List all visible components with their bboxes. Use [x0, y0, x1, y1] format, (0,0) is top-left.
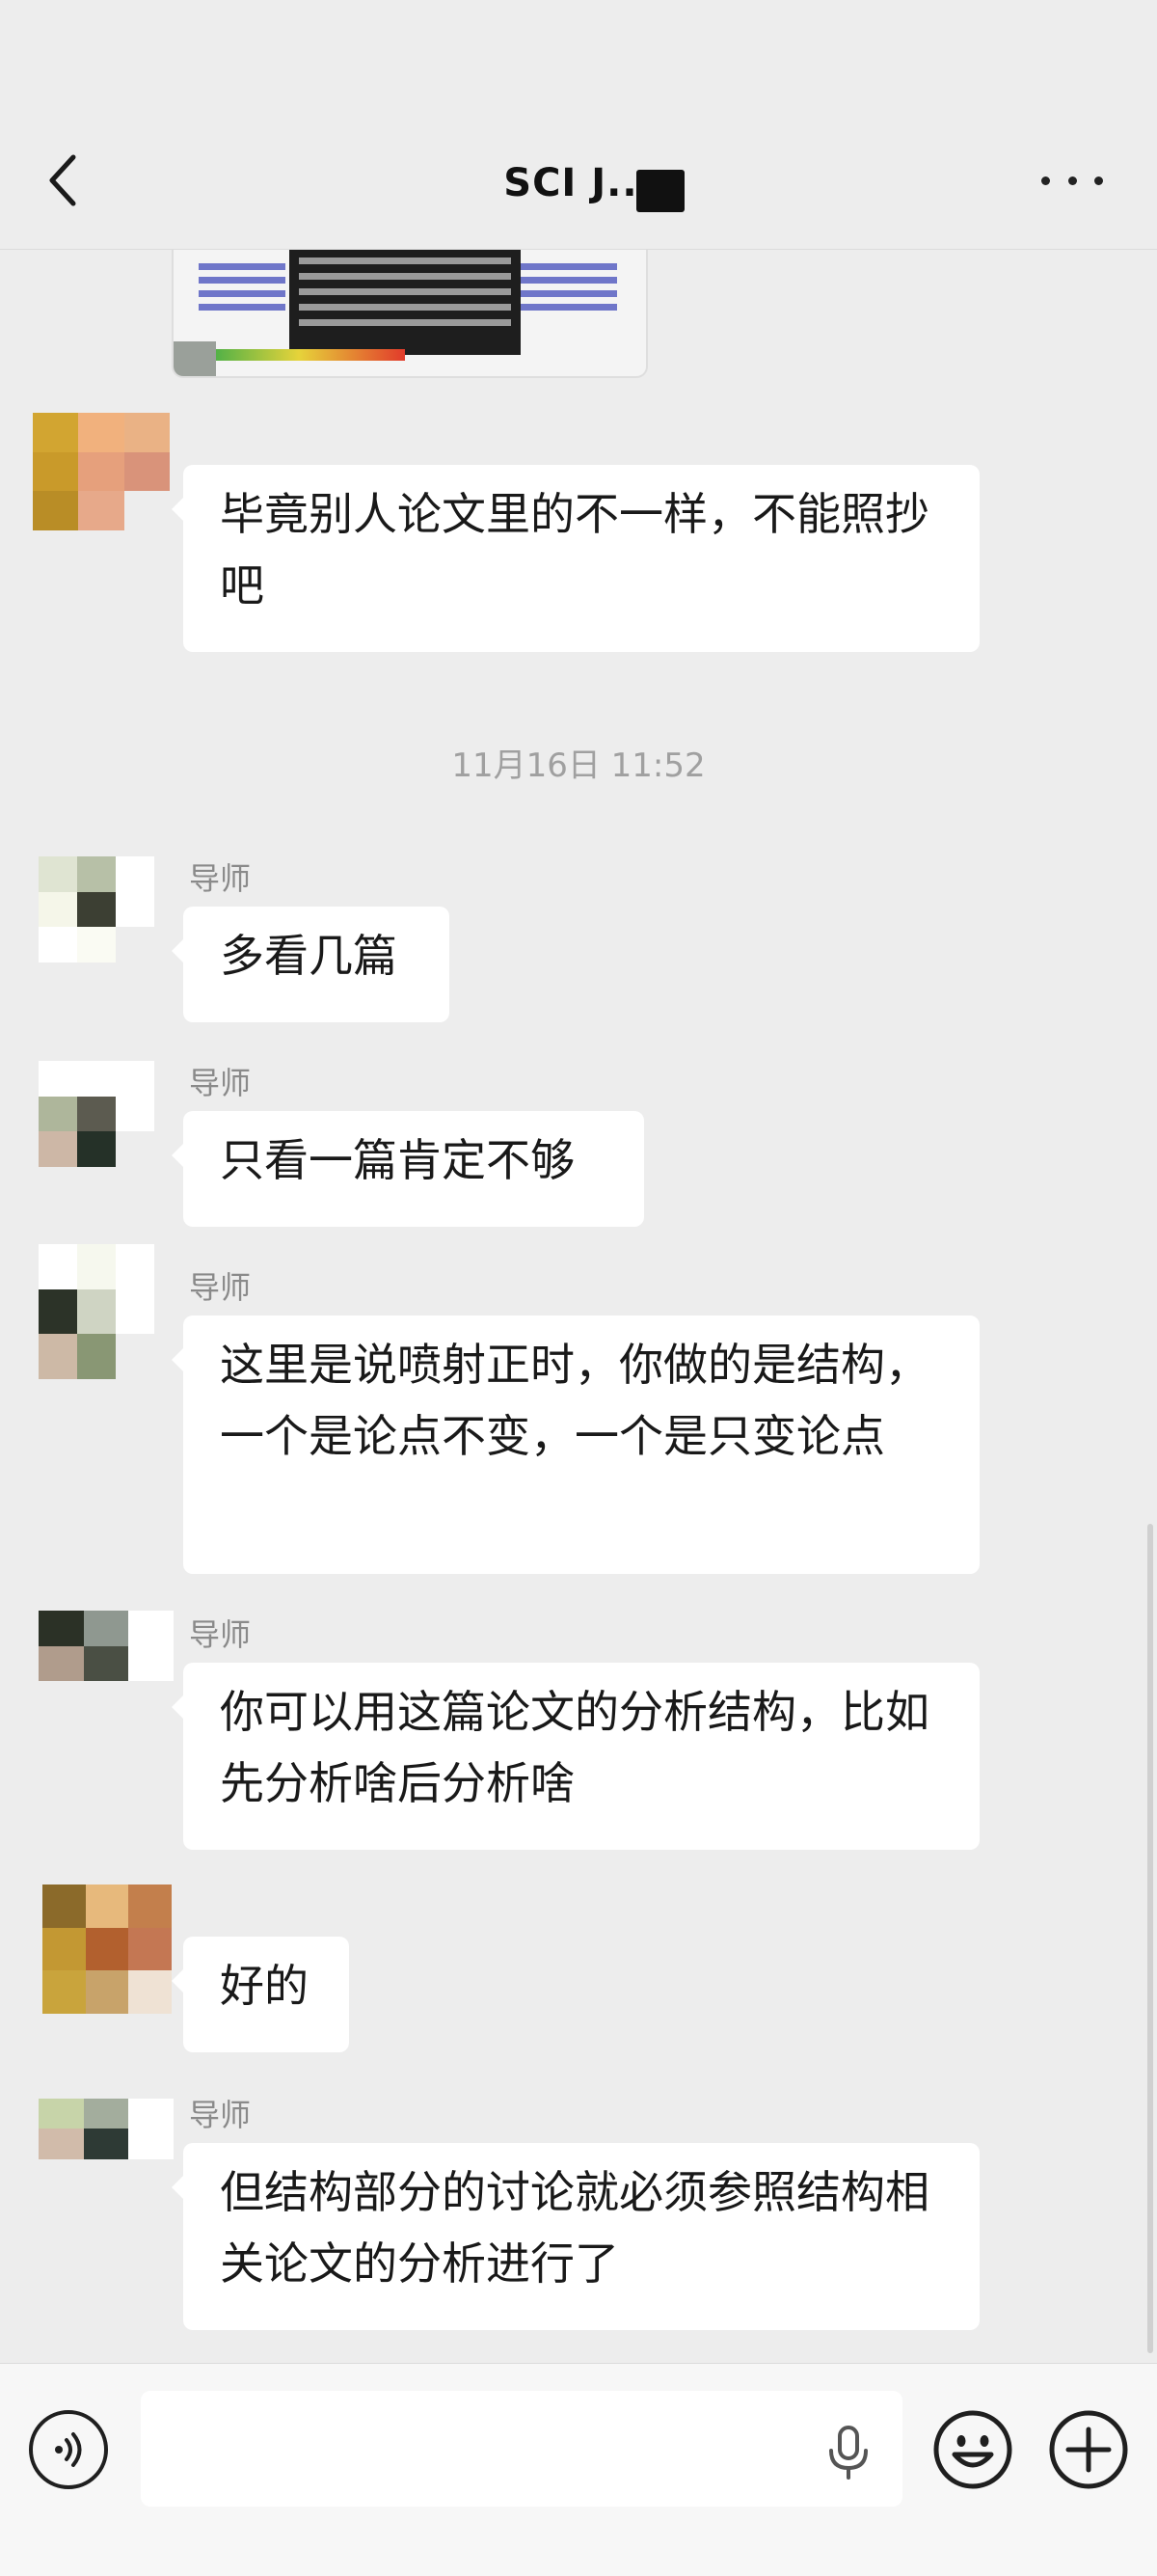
scrollbar[interactable] — [1147, 1524, 1153, 2353]
more-dot — [1041, 176, 1050, 185]
avatar[interactable] — [39, 1244, 154, 1379]
emoji-icon[interactable] — [931, 2408, 1014, 2491]
avatar[interactable] — [39, 1611, 174, 1717]
image-text-column — [521, 257, 617, 334]
microphone-icon[interactable] — [825, 2426, 872, 2480]
message-input[interactable] — [141, 2391, 902, 2507]
chat-title: SCI J... — [503, 161, 654, 205]
title-redaction-mark — [636, 170, 685, 212]
sender-name: 导师 — [189, 2097, 252, 2133]
message-text: 多看几篇 — [220, 930, 397, 982]
chevron-left-icon — [49, 154, 76, 206]
avatar[interactable] — [39, 2099, 174, 2189]
back-button[interactable] — [39, 145, 87, 216]
message-text: 毕竟别人论文里的不一样，不能照抄吧 — [220, 488, 929, 611]
message-bubble[interactable]: 多看几篇 — [172, 907, 449, 1022]
input-bar — [0, 2363, 1157, 2576]
voice-toggle-button[interactable] — [29, 2410, 108, 2489]
more-button[interactable] — [1041, 159, 1103, 202]
message-text: 好的 — [220, 1960, 309, 2012]
avatar[interactable] — [39, 856, 154, 963]
avatar[interactable] — [39, 1061, 154, 1167]
chat-header: SCI J... — [0, 0, 1157, 250]
image-text-column — [199, 257, 285, 334]
image-colorbar — [193, 349, 405, 361]
image-thumb-corner — [174, 341, 216, 376]
image-dark-panel — [289, 249, 521, 355]
more-dot — [1067, 176, 1077, 185]
more-dot — [1094, 176, 1103, 185]
message-bubble[interactable]: 这里是说喷射正时，你做的是结构，一个是论点不变，一个是只变论点 — [172, 1315, 980, 1574]
voice-wave-icon — [55, 2432, 82, 2467]
message-text: 你可以用这篇论文的分析结构，比如先分析啥后分析啥 — [220, 1686, 929, 1809]
message-text: 但结构部分的讨论就必须参照结构相关论文的分析进行了 — [220, 2166, 929, 2290]
message-text: 只看一篇肯定不够 — [220, 1134, 575, 1186]
message-bubble[interactable]: 好的 — [172, 1937, 349, 2052]
message-bubble[interactable]: 你可以用这篇论文的分析结构，比如先分析啥后分析啥 — [172, 1663, 980, 1850]
sender-name: 导师 — [189, 1269, 252, 1306]
timestamp: 11月16日 11:52 — [451, 746, 706, 785]
sender-name: 导师 — [189, 1616, 252, 1653]
avatar[interactable] — [33, 413, 170, 530]
message-bubble[interactable]: 毕竟别人论文里的不一样，不能照抄吧 — [172, 465, 980, 652]
message-bubble[interactable]: 只看一篇肯定不够 — [172, 1111, 644, 1227]
avatar[interactable] — [42, 1885, 172, 2014]
message-bubble[interactable]: 但结构部分的讨论就必须参照结构相关论文的分析进行了 — [172, 2143, 980, 2330]
chat-title-area: SCI J... — [318, 154, 839, 212]
message-text: 这里是说喷射正时，你做的是结构，一个是论点不变，一个是只变论点 — [220, 1339, 929, 1462]
sender-name: 导师 — [189, 860, 252, 897]
sender-name: 导师 — [189, 1065, 252, 1101]
image-message[interactable] — [172, 249, 648, 378]
plus-icon[interactable] — [1047, 2408, 1130, 2491]
